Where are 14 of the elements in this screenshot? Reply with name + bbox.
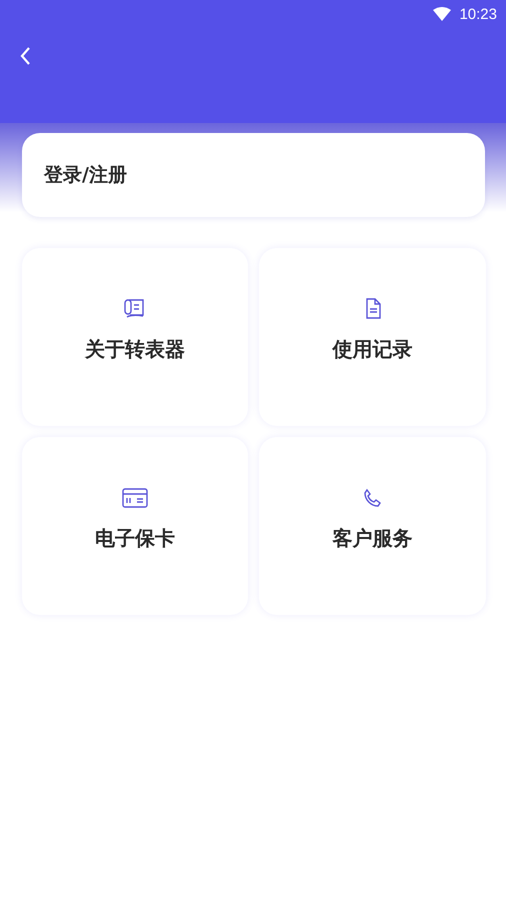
menu-card[interactable]: 关于转表器 <box>22 248 248 426</box>
back-icon[interactable] <box>20 46 32 66</box>
wifi-icon <box>433 7 452 21</box>
menu-card[interactable]: 电子保卡 <box>22 437 248 615</box>
card-icon <box>121 486 149 510</box>
menu-label: 使用记录 <box>332 336 412 363</box>
menu-label: 电子保卡 <box>95 525 175 552</box>
login-card[interactable]: 登录/注册 <box>22 133 485 217</box>
status-time: 10:23 <box>459 6 497 22</box>
login-label: 登录/注册 <box>44 163 127 188</box>
menu-card[interactable]: 客户服务 <box>259 437 486 615</box>
menu-card[interactable]: 使用记录 <box>259 248 486 426</box>
menu-label: 关于转表器 <box>85 336 185 363</box>
menu-label: 客户服务 <box>332 525 412 552</box>
